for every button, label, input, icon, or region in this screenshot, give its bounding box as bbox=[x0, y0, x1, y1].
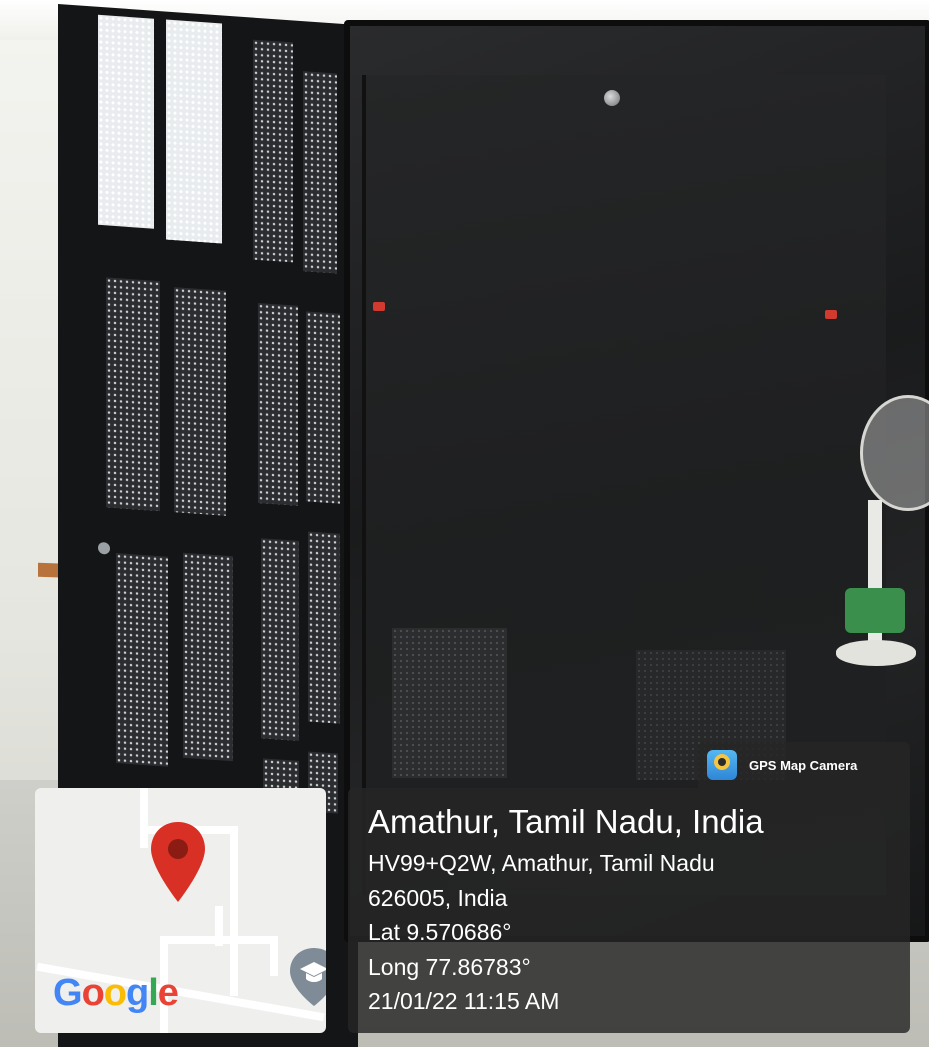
rack-lower-vent-left bbox=[392, 628, 507, 778]
datetime: 21/01/22 11:15 AM bbox=[368, 988, 560, 1014]
location-title: Amathur, Tamil Nadu, India bbox=[368, 803, 764, 840]
google-logo: Google bbox=[53, 972, 179, 1015]
gps-map-camera-label: GPS Map Camera bbox=[749, 757, 858, 773]
google-letter-g2: g bbox=[126, 972, 149, 1014]
address-line-2: 626005, India bbox=[368, 884, 508, 911]
green-tub bbox=[845, 588, 905, 633]
longitude: Long 77.86783° bbox=[368, 953, 531, 980]
rack-top-screw bbox=[604, 90, 620, 106]
google-letter-o2: o bbox=[103, 972, 127, 1014]
location-info-panel: Amathur, Tamil Nadu, India HV99+Q2W, Ama… bbox=[348, 788, 910, 1033]
gps-map-camera-badge: GPS Map Camera bbox=[698, 742, 910, 788]
school-graduation-cap-icon bbox=[290, 948, 326, 1006]
rack-indicator-right bbox=[825, 310, 837, 319]
latitude: Lat 9.570686° bbox=[368, 919, 512, 945]
address-line-1: HV99+Q2W, Amathur, Tamil Nadu bbox=[368, 850, 715, 876]
gps-map-camera-logo-icon bbox=[707, 750, 737, 780]
google-letter-l: l bbox=[148, 972, 159, 1014]
pedestal-fan-base bbox=[836, 640, 916, 666]
google-letter-o1: o bbox=[81, 972, 105, 1014]
google-letter-g: G bbox=[53, 972, 83, 1014]
mini-map: Google bbox=[35, 788, 326, 1033]
map-pin-icon bbox=[151, 822, 205, 902]
rack-indicator-left bbox=[373, 302, 385, 311]
google-letter-e: e bbox=[157, 972, 179, 1014]
